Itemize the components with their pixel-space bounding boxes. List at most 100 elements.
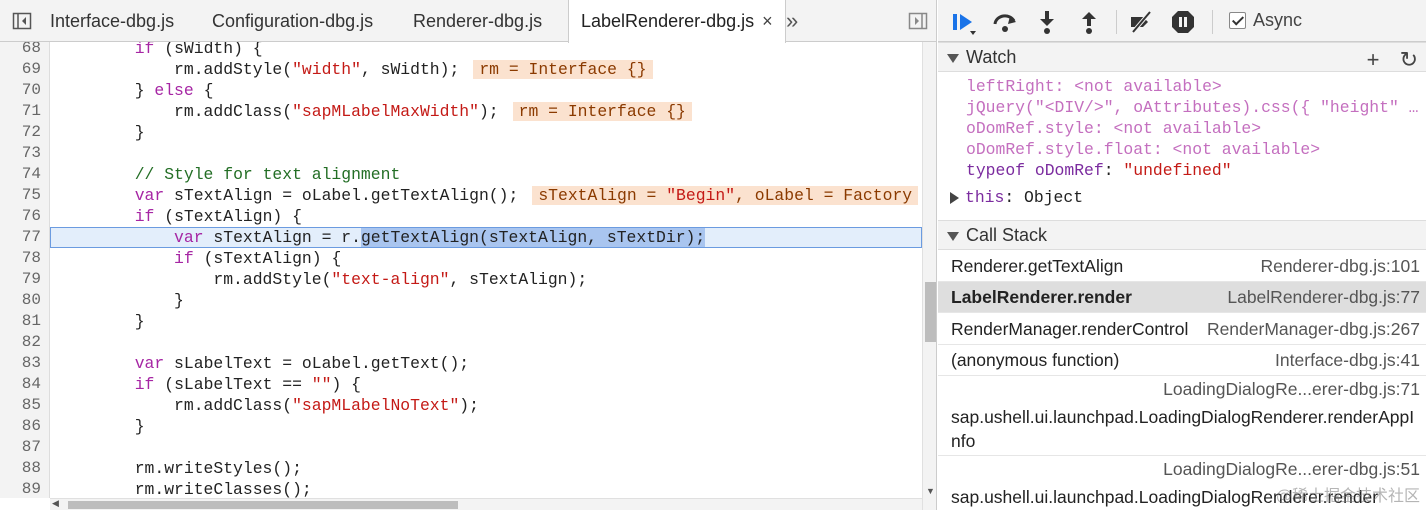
code-text: // Style for text alignment	[134, 165, 401, 184]
line-number[interactable]: 75	[0, 185, 50, 206]
line-number[interactable]: 80	[0, 290, 50, 311]
code-line: 80 }	[0, 290, 922, 311]
async-checkbox[interactable]	[1229, 12, 1246, 29]
tab-label: LabelRenderer-dbg.js	[581, 11, 755, 31]
code-line: 68 if (sWidth) {	[0, 42, 922, 59]
code-line: 86 }	[0, 416, 922, 437]
horizontal-scrollbar[interactable]: ◀	[50, 498, 922, 510]
code-line: 75 var sTextAlign = oLabel.getTextAlign(…	[0, 185, 922, 206]
line-number[interactable]: 85	[0, 395, 50, 416]
code-text: rm.addClass("sapMLabelMaxWidth"); rm = In…	[56, 101, 692, 122]
watch-section-header[interactable]: Watch + ↻	[938, 42, 1426, 72]
more-tabs-icon[interactable]: »	[786, 8, 798, 34]
toggle-navigator-icon[interactable]	[12, 11, 32, 31]
toolbar-separator	[1212, 10, 1213, 34]
line-number[interactable]: 88	[0, 458, 50, 479]
step-out-icon[interactable]	[1076, 9, 1102, 35]
watch-expression[interactable]: typeof oDomRef: "undefined"	[966, 160, 1421, 181]
call-frame[interactable]: RenderManager.renderControl RenderManage…	[938, 313, 1426, 345]
watch-this-row[interactable]: this: Object	[950, 187, 1083, 208]
line-number[interactable]: 69	[0, 59, 50, 80]
code-line: 88 rm.writeStyles();	[0, 458, 922, 479]
line-number[interactable]: 70	[0, 80, 50, 101]
line-number[interactable]: 76	[0, 206, 50, 227]
line-number[interactable]: 74	[0, 164, 50, 185]
debugger-sidebar: Async Watch + ↻ leftRight: <not availabl…	[938, 0, 1426, 510]
code-text: if (sLabelText == "") {	[134, 375, 361, 394]
code-line: 76 if (sTextAlign) {	[0, 206, 922, 227]
watch-expression[interactable]: jQuery("<DIV/>", oAttributes).css({ "hei…	[966, 97, 1421, 118]
watch-expression[interactable]: oDomRef.style.float: <not available>	[966, 139, 1421, 160]
deactivate-breakpoints-icon[interactable]	[1128, 9, 1154, 35]
line-number[interactable]: 86	[0, 416, 50, 437]
line-number[interactable]: 78	[0, 248, 50, 269]
call-frame[interactable]: LoadingDialogRe...erer-dbg.js:71 sap.ush…	[938, 376, 1426, 456]
line-number[interactable]: 87	[0, 437, 50, 458]
code-area[interactable]: 68 if (sWidth) { 69 rm.addStyle("width",…	[0, 42, 922, 498]
scroll-down-arrow-icon[interactable]: ▼	[926, 486, 935, 496]
code-text: }	[56, 291, 184, 310]
code-line: 69 rm.addStyle("width", sWidth); rm = Int…	[0, 59, 922, 80]
line-number[interactable]: 83	[0, 353, 50, 374]
line-number[interactable]: 71	[0, 101, 50, 122]
line-number[interactable]: 79	[0, 269, 50, 290]
code-line: 84 if (sLabelText == "") {	[0, 374, 922, 395]
tab-label: Interface-dbg.js	[50, 11, 175, 31]
close-tab-icon[interactable]: ×	[762, 11, 773, 31]
line-number[interactable]: 81	[0, 311, 50, 332]
line-number[interactable]: 68	[0, 42, 50, 59]
line-number[interactable]: 77	[0, 227, 50, 248]
line-number[interactable]: 82	[0, 332, 50, 353]
watch-expression[interactable]: oDomRef.style: <not available>	[966, 118, 1421, 139]
code-line: 72 }	[0, 122, 922, 143]
add-watch-icon[interactable]: +	[1367, 47, 1380, 72]
code-text: }	[56, 123, 145, 142]
call-stack-section-header[interactable]: Call Stack	[938, 220, 1426, 250]
scrollbar-thumb[interactable]	[925, 282, 936, 342]
expand-triangle-icon[interactable]	[947, 232, 959, 241]
editor-tab-bar: Interface-dbg.js Configuration-dbg.js Re…	[0, 0, 936, 43]
code-text: var sTextAlign = oLabel.getTextAlign(); s…	[56, 185, 919, 206]
current-execution-line: 77 var sTextAlign = r.getTextAlign(sText…	[0, 227, 922, 248]
code-text: }	[56, 312, 145, 331]
line-number[interactable]: 72	[0, 122, 50, 143]
toolbar-separator	[1116, 10, 1117, 34]
code-line: 87	[0, 437, 922, 458]
code-text: var sTextAlign = r.getTextAlign(sTextAli…	[174, 228, 706, 247]
watch-expression[interactable]: leftRight: <not available>	[966, 76, 1421, 97]
tab-configuration-dbg[interactable]: Configuration-dbg.js	[200, 0, 385, 42]
line-number[interactable]: 73	[0, 143, 50, 164]
code-line: 85 rm.addClass("sapMLabelNoText");	[0, 395, 922, 416]
step-into-icon[interactable]	[1034, 9, 1060, 35]
line-number[interactable]: 89	[0, 479, 50, 498]
code-text: rm.writeClasses();	[56, 480, 312, 498]
step-over-icon[interactable]	[992, 9, 1018, 35]
expand-triangle-icon[interactable]	[947, 54, 959, 63]
scrollbar-thumb[interactable]	[68, 501, 458, 509]
scroll-left-arrow-icon[interactable]: ◀	[52, 498, 59, 509]
code-line: 78 if (sTextAlign) {	[0, 248, 922, 269]
call-frame[interactable]: (anonymous function) Interface-dbg.js:41	[938, 345, 1426, 376]
code-text: if (sTextAlign) {	[134, 207, 302, 226]
refresh-watch-icon[interactable]: ↻	[1400, 47, 1418, 72]
tab-labelrenderer-dbg[interactable]: LabelRenderer-dbg.js ×	[568, 0, 786, 43]
code-line: 71 rm.addClass("sapMLabelMaxWidth"); rm =…	[0, 101, 922, 122]
call-frame-selected[interactable]: LabelRenderer.render LabelRenderer-dbg.j…	[938, 282, 1426, 313]
call-stack-title: Call Stack	[966, 225, 1048, 245]
toggle-debugger-icon[interactable]	[908, 11, 928, 31]
resume-icon[interactable]	[950, 9, 976, 35]
line-number[interactable]: 84	[0, 374, 50, 395]
tab-renderer-dbg[interactable]: Renderer-dbg.js	[401, 0, 554, 42]
call-frame[interactable]: Renderer.getTextAlign Renderer-dbg.js:10…	[938, 250, 1426, 282]
code-line: 81 }	[0, 311, 922, 332]
tab-interface-dbg[interactable]: Interface-dbg.js	[38, 0, 186, 42]
vertical-scrollbar[interactable]: ▼	[922, 42, 936, 510]
code-text: rm.writeStyles();	[56, 459, 302, 478]
inline-value: rm = Interface {}	[512, 102, 692, 121]
expand-arrow-icon[interactable]	[950, 191, 959, 204]
code-text: rm.addStyle("text-align", sTextAlign);	[56, 270, 588, 289]
code-text: } else {	[56, 81, 214, 100]
source-editor-panel: Interface-dbg.js Configuration-dbg.js Re…	[0, 0, 937, 510]
code-line: 73	[0, 143, 922, 164]
pause-on-exceptions-icon[interactable]	[1170, 9, 1196, 35]
